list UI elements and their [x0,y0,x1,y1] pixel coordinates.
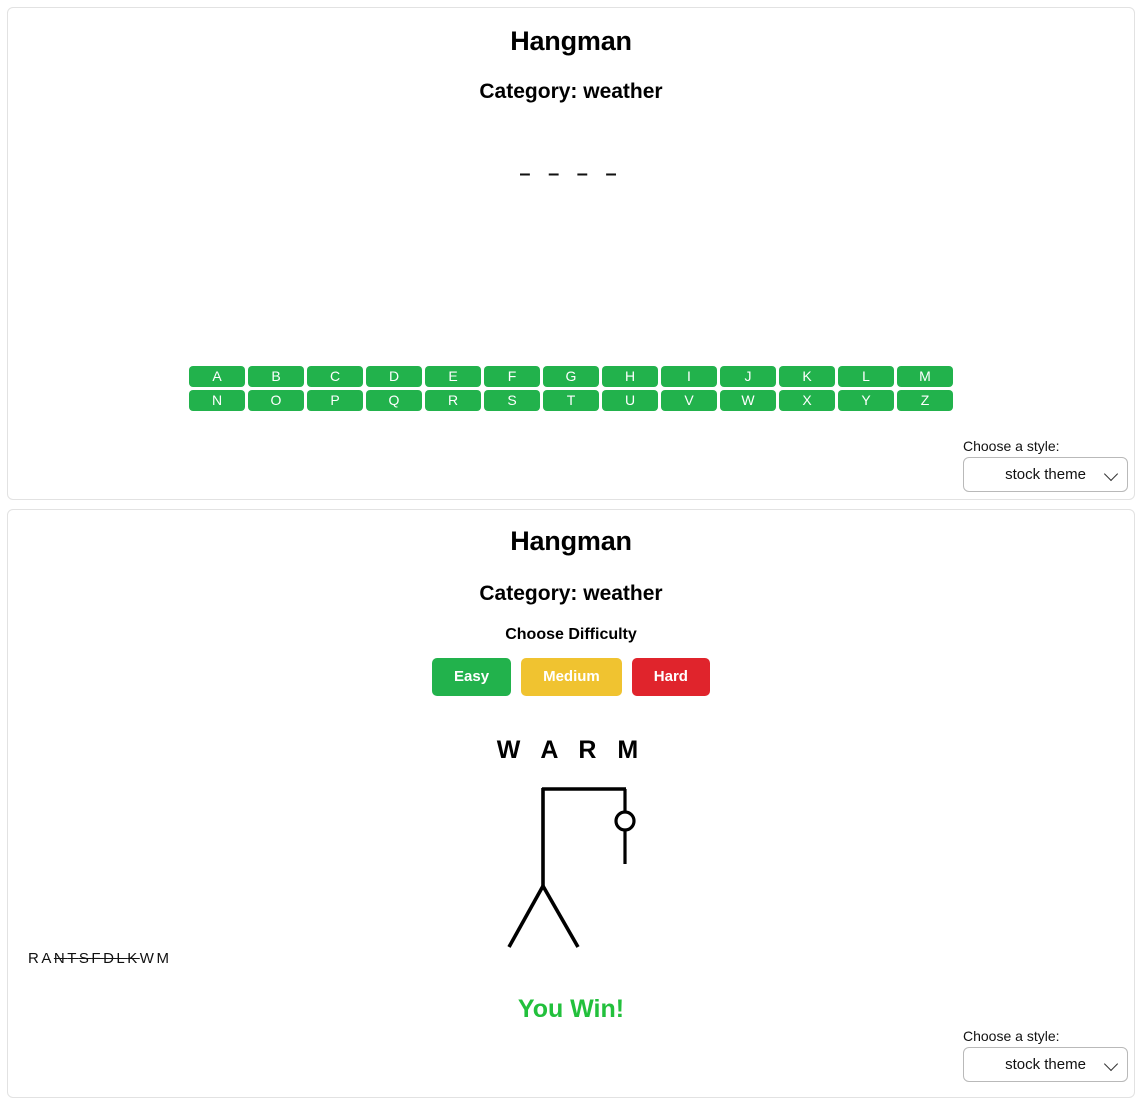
hangman-panel-initial: Hangman Category: weather – – – – ABCDEF… [7,7,1135,500]
letter-key-f[interactable]: F [484,366,540,387]
alphabet-keyboard-row-1: ABCDEFGHIJKLM [189,366,953,387]
alphabet-keyboard-row-2: NOPQRSTUVWXYZ [189,390,953,411]
letter-key-j[interactable]: J [720,366,776,387]
word-blanks: – – – – [519,163,623,185]
difficulty-button-easy[interactable]: Easy [432,658,512,696]
category-label: Category: weather [479,582,663,605]
letter-key-v[interactable]: V [661,390,717,411]
guessed-letter-t: T [67,950,79,967]
letter-key-w[interactable]: W [720,390,776,411]
guessed-letter-k: K [127,950,140,967]
guessed-letter-f: F [91,950,104,967]
guessed-letter-m: M [156,950,172,967]
guessed-letters-list: RANTSFDLKWM [28,950,171,967]
letter-key-h[interactable]: H [602,366,658,387]
page-title: Hangman [510,26,632,56]
alphabet-keyboard: ABCDEFGHIJKLM NOPQRSTUVWXYZ [8,366,1134,411]
guessed-letter-d: D [103,950,117,967]
style-select[interactable]: stock theme [963,457,1128,492]
letter-key-o[interactable]: O [248,390,304,411]
letter-key-l[interactable]: L [838,366,894,387]
letter-key-g[interactable]: G [543,366,599,387]
letter-key-n[interactable]: N [189,390,245,411]
style-chooser-label: Choose a style: [963,1028,1060,1044]
word-reveal: W A R M [496,736,646,764]
letter-key-c[interactable]: C [307,366,363,387]
letter-key-m[interactable]: M [897,366,953,387]
style-select-wrap: stock theme [963,1047,1128,1082]
letter-key-b[interactable]: B [248,366,304,387]
letter-key-s[interactable]: S [484,390,540,411]
letter-key-y[interactable]: Y [838,390,894,411]
style-chooser-bottom: Choose a style: stock theme [963,1028,1128,1082]
hangman-panel-finished: Hangman Category: weather Choose Difficu… [7,509,1135,1098]
style-chooser-top: Choose a style: stock theme [963,438,1128,492]
game-result-message: You Win! [517,995,625,1023]
letter-key-e[interactable]: E [425,366,481,387]
letter-key-t[interactable]: T [543,390,599,411]
letter-key-a[interactable]: A [189,366,245,387]
letter-key-r[interactable]: R [425,390,481,411]
hangman-gallows-icon [8,782,1134,962]
style-chooser-label: Choose a style: [963,438,1060,454]
guessed-letter-r: R [28,950,42,967]
difficulty-button-medium[interactable]: Medium [521,658,622,696]
guessed-letter-s: S [78,950,92,967]
difficulty-heading: Choose Difficulty [505,626,637,643]
guessed-letter-n: N [53,950,68,967]
guessed-letter-l: L [116,950,128,967]
hangman-drawing [507,787,636,948]
letter-key-d[interactable]: D [366,366,422,387]
letter-key-p[interactable]: P [307,390,363,411]
letter-key-k[interactable]: K [779,366,835,387]
style-select-wrap: stock theme [963,457,1128,492]
difficulty-button-hard[interactable]: Hard [631,658,710,696]
difficulty-buttons: Easy Medium Hard [8,658,1134,696]
style-select[interactable]: stock theme [963,1047,1128,1082]
letter-key-q[interactable]: Q [366,390,422,411]
letter-key-z[interactable]: Z [897,390,953,411]
guessed-letter-a: A [41,950,54,967]
page-title: Hangman [510,526,632,556]
letter-key-u[interactable]: U [602,390,658,411]
letter-key-x[interactable]: X [779,390,835,411]
letter-key-i[interactable]: I [661,366,717,387]
guessed-letter-w: W [139,950,157,967]
category-label: Category: weather [479,80,663,103]
